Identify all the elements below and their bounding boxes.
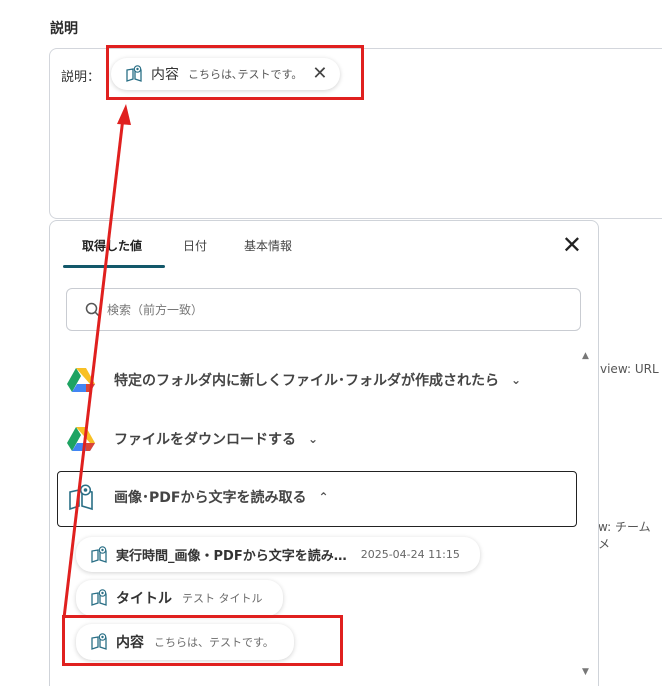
- annotation-arrow: [62, 104, 131, 619]
